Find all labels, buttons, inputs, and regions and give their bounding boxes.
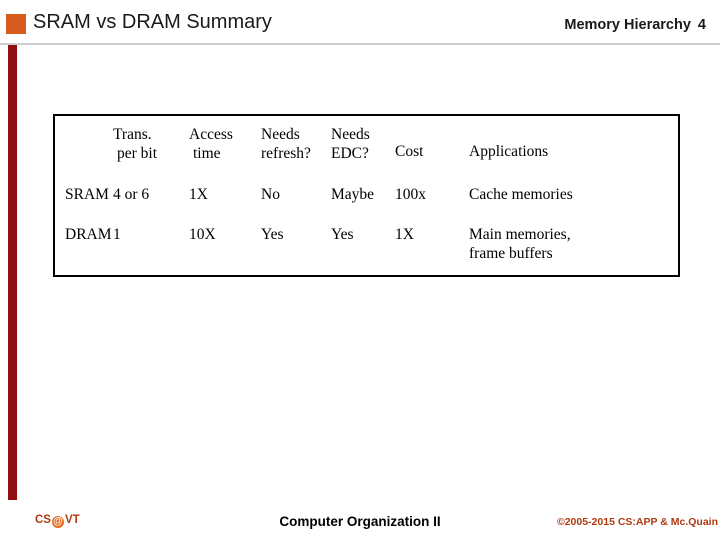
cell-dram-edc: Yes	[331, 225, 354, 243]
slide-header: SRAM vs DRAM Summary Memory Hierarchy 4	[0, 0, 720, 45]
cell-line1: Cache memories	[469, 185, 573, 203]
left-accent-bar	[8, 45, 17, 500]
column-header-needs-refresh: Needs refresh?	[261, 116, 331, 176]
column-header-trans-per-bit: Trans. per bit	[113, 116, 189, 176]
row-label-sram: SRAM	[65, 185, 109, 203]
column-header-blank	[55, 116, 113, 176]
cell-dram-applications: Main memories, frame buffers	[469, 216, 678, 275]
table-header-row: Trans. per bit Access time Needs refresh…	[55, 116, 678, 176]
cell-dram-cost: 1X	[395, 225, 414, 243]
cell-sram-applications: Cache memories	[469, 176, 678, 216]
column-header-line2: time	[193, 144, 221, 162]
column-header-cost: Cost	[395, 116, 469, 176]
column-header-line1: Needs	[331, 126, 370, 143]
cell-line1: Main memories,	[469, 225, 571, 243]
cell-line2: frame buffers	[469, 244, 553, 262]
column-header-line1: Applications	[469, 143, 549, 160]
page-title: SRAM vs DRAM Summary	[33, 11, 272, 33]
section-label: Memory Hierarchy	[564, 17, 691, 33]
column-header-line2: refresh?	[261, 144, 311, 162]
slide-number: 4	[697, 17, 706, 33]
column-header-access-time: Access time	[189, 116, 261, 176]
footer-copyright: ©2005-2015 CS:APP & Mc.Quain	[556, 516, 718, 528]
cell-sram-edc: Maybe	[331, 185, 375, 203]
header-section-info: Memory Hierarchy 4	[564, 17, 706, 33]
table-row: SRAM 4 or 6 1X No Maybe 100x Cache memor…	[55, 176, 678, 216]
column-header-line1: Access	[189, 126, 233, 143]
column-header-line2: EDC?	[331, 144, 369, 162]
cell-sram-access: 1X	[189, 185, 208, 203]
column-header-applications: Applications	[469, 116, 678, 176]
column-header-line1: Cost	[395, 143, 424, 160]
column-header-line1: Trans.	[113, 126, 152, 143]
cell-dram-access: 10X	[189, 225, 216, 243]
row-label-dram: DRAM	[65, 225, 112, 243]
column-header-line2: per bit	[117, 144, 158, 162]
accent-square-icon	[6, 14, 26, 34]
column-header-line1: Needs	[261, 126, 300, 143]
table-row: DRAM 1 10X Yes Yes 1X Main memories, fra…	[55, 216, 678, 275]
cell-sram-refresh: No	[261, 185, 280, 203]
header-divider	[0, 43, 720, 45]
cell-dram-trans: 1	[113, 225, 121, 243]
cell-dram-refresh: Yes	[261, 225, 284, 243]
column-header-needs-edc: Needs EDC?	[331, 116, 395, 176]
cell-sram-cost: 100x	[395, 185, 426, 203]
cell-sram-trans: 4 or 6	[113, 185, 150, 203]
sram-dram-comparison-table: Trans. per bit Access time Needs refresh…	[53, 114, 680, 277]
